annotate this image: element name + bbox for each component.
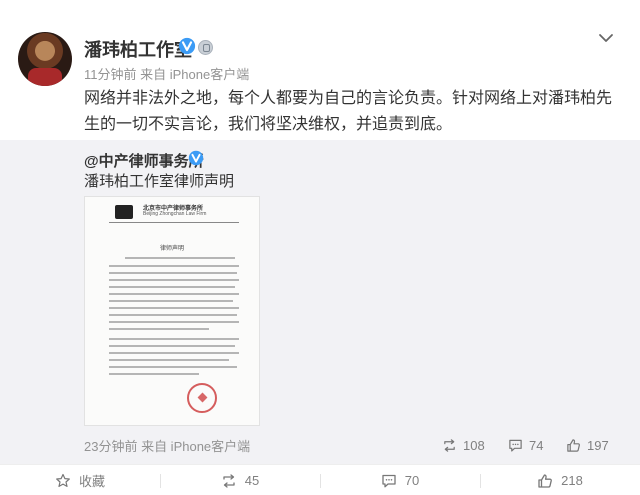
repost-icon <box>223 473 235 488</box>
document-text-line <box>109 359 229 361</box>
comment-button[interactable]: 70 <box>320 465 480 495</box>
repost-count: 45 <box>244 473 260 488</box>
document-text-line <box>109 345 235 347</box>
document-divider <box>109 222 239 223</box>
weibo-post: 潘玮柏工作室 11分钟前 来自 iPhone客户端 网络并非法外之地，每个人都要… <box>0 0 640 495</box>
star-icon <box>56 473 70 487</box>
like-icon <box>538 473 553 488</box>
law-firm-logo <box>115 205 133 219</box>
document-text-line <box>109 286 235 288</box>
document-text-line <box>109 373 199 375</box>
verified-icon <box>188 150 204 166</box>
red-seal-stamp <box>187 383 217 413</box>
comment-icon <box>382 474 396 487</box>
repost-icon <box>444 438 455 452</box>
repost-repost-count[interactable]: 108 <box>442 436 485 454</box>
like-button[interactable]: 218 <box>480 465 640 495</box>
repost-author[interactable]: @中产律师事务所 <box>84 150 204 171</box>
like-count: 218 <box>561 473 583 488</box>
repost-like-count-label: 197 <box>587 437 609 453</box>
document-text-line <box>109 366 237 368</box>
favorite-button[interactable]: 收藏 <box>0 465 160 495</box>
verified-icon <box>178 37 196 55</box>
medal-icon[interactable] <box>198 40 213 55</box>
action-bar: 收藏 45 70 218 <box>0 464 640 495</box>
repost-meta: 23分钟前 来自 iPhone客户端 <box>84 439 251 454</box>
document-text-line <box>109 321 239 323</box>
avatar[interactable] <box>18 32 72 86</box>
document-text-line <box>109 272 237 274</box>
like-icon <box>567 438 580 452</box>
document-text-line <box>109 338 239 340</box>
document-text-line <box>109 328 209 330</box>
comment-count: 70 <box>404 473 420 488</box>
favorite-label: 收藏 <box>78 474 105 489</box>
document-text-line <box>125 257 235 259</box>
document-text-line <box>109 265 239 267</box>
post-username[interactable]: 潘玮柏工作室 <box>84 36 192 62</box>
post-meta: 11分钟前 来自 iPhone客户端 <box>84 67 250 82</box>
statement-document-image[interactable]: 北京市中产律师事务所 Beijing Zhongchan Law Firm 律师… <box>84 196 260 426</box>
document-text-line <box>109 293 239 295</box>
repost-card: @中产律师事务所 潘玮柏工作室律师声明 北京市中产律师事务所 Beijing Z… <box>0 140 640 464</box>
repost-repost-count-label: 108 <box>463 437 485 453</box>
repost-text: 潘玮柏工作室律师声明 <box>84 173 235 190</box>
document-text-line <box>109 279 239 281</box>
document-text-line <box>109 352 239 354</box>
document-text-line <box>109 307 239 309</box>
post-text: 网络并非法外之地，每个人都要为自己的言论负责。针对网络上对潘玮柏先生的一切不实言… <box>84 90 613 133</box>
document-text-line <box>109 314 237 316</box>
document-title: 律师声明 <box>159 246 184 252</box>
document-firm-name-en: Beijing Zhongchan Law Firm <box>143 211 207 217</box>
document-text-line <box>109 300 233 302</box>
repost-comment-count-label: 74 <box>529 437 544 453</box>
repost-like-count[interactable]: 197 <box>566 436 609 454</box>
repost-button[interactable]: 45 <box>160 465 320 495</box>
comment-icon <box>509 439 522 452</box>
repost-comment-count[interactable]: 74 <box>508 436 543 454</box>
chevron-down-icon[interactable] <box>598 30 614 46</box>
